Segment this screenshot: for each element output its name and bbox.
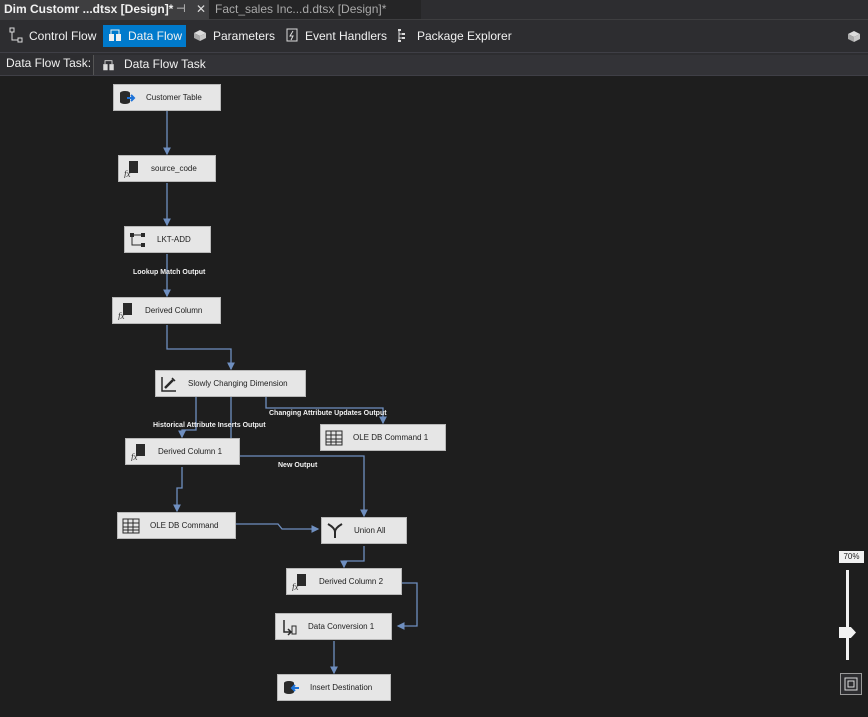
- node-customer-table[interactable]: Customer Table: [113, 84, 221, 111]
- zoom-slider-track[interactable]: [846, 570, 849, 660]
- path-oledb-to-union[interactable]: [236, 523, 320, 533]
- pin-icon[interactable]: ⊣: [176, 0, 186, 19]
- path-derived1-to-oledb[interactable]: [173, 467, 183, 513]
- event-handlers-icon: [286, 28, 298, 42]
- node-ole-db-command-1[interactable]: OLE DB Command 1: [320, 424, 446, 451]
- tab-dim-customer-design[interactable]: Dim Customr ...dtsx [Design]* ⊣ ✕: [0, 0, 209, 19]
- data-flow-task-value: Data Flow Task: [124, 57, 206, 71]
- node-lkt-add[interactable]: LKT-ADD: [124, 226, 211, 253]
- data-flow-icon: [109, 29, 121, 41]
- package-explorer-label: Package Explorer: [417, 29, 512, 43]
- union-all-icon: [327, 523, 343, 538]
- path-historical-attribute-inserts[interactable]: [178, 397, 197, 439]
- path-label-historical-attribute: Historical Attribute Inserts Output: [153, 422, 266, 429]
- node-label: Customer Table: [146, 93, 202, 102]
- path-union-to-derived2[interactable]: [340, 546, 365, 569]
- node-derived-column-2[interactable]: fx Derived Column 2: [286, 568, 402, 595]
- data-flow-canvas[interactable]: Customer Table fx source_code LKT-ADD Lo…: [0, 76, 868, 717]
- tab-fact-sales-design[interactable]: Fact_sales Inc...d.dtsx [Design]*: [209, 0, 421, 19]
- data-flow-task-icon: [103, 60, 114, 71]
- node-label: Slowly Changing Dimension: [188, 379, 288, 388]
- package-explorer-tab[interactable]: Package Explorer: [392, 25, 518, 47]
- data-flow-label: Data Flow: [128, 29, 183, 43]
- node-union-all[interactable]: Union All: [321, 517, 407, 544]
- event-handlers-label: Event Handlers: [305, 29, 388, 43]
- parameters-label: Parameters: [213, 29, 276, 43]
- ole-db-command-icon: [325, 430, 343, 446]
- svg-text:fx: fx: [124, 169, 131, 178]
- svg-text:fx: fx: [131, 452, 138, 461]
- fit-icon: [844, 677, 858, 691]
- node-derived-column[interactable]: fx Derived Column: [112, 297, 221, 324]
- zoom-to-fit-button[interactable]: [840, 673, 862, 695]
- node-label: Derived Column 1: [158, 447, 223, 456]
- data-flow-task-label: Data Flow Task:: [6, 56, 92, 70]
- designer-toolbar: Control Flow Data Flow Parameters Event …: [0, 19, 868, 52]
- data-conversion-icon: [283, 620, 297, 636]
- node-label: OLE DB Command: [150, 521, 219, 530]
- ole-db-source-icon: [120, 91, 136, 104]
- scd-icon: [161, 377, 176, 392]
- package-explorer-icon: [398, 29, 405, 42]
- node-label: Union All: [354, 526, 386, 535]
- close-icon[interactable]: ✕: [196, 0, 206, 19]
- document-tab-bar: Dim Customr ...dtsx [Design]* ⊣ ✕ Fact_s…: [0, 0, 868, 19]
- node-source-code[interactable]: fx source_code: [118, 155, 216, 182]
- node-label: OLE DB Command 1: [353, 433, 429, 442]
- control-flow-icon: [9, 27, 23, 43]
- node-label: Insert Destination: [310, 683, 373, 692]
- svg-text:fx: fx: [292, 582, 299, 591]
- tab-label: Fact_sales Inc...d.dtsx [Design]*: [215, 2, 387, 16]
- node-label: LKT-ADD: [157, 235, 191, 244]
- zoom-level-label: 70%: [839, 551, 864, 563]
- control-flow-label: Control Flow: [29, 29, 97, 43]
- node-slowly-changing-dimension[interactable]: Slowly Changing Dimension: [155, 370, 306, 397]
- path-label-changing-attribute: Changing Attribute Updates Output: [269, 410, 387, 417]
- node-label: Derived Column: [145, 306, 203, 315]
- svg-text:fx: fx: [118, 311, 125, 320]
- package-icon[interactable]: [846, 28, 862, 44]
- parameters-tab[interactable]: Parameters: [188, 25, 281, 47]
- path-label-lookup-match: Lookup Match Output: [133, 269, 206, 276]
- node-label: Data Conversion 1: [308, 622, 375, 631]
- lookup-icon: [130, 233, 145, 247]
- node-label: source_code: [151, 164, 197, 173]
- control-flow-tab[interactable]: Control Flow: [4, 25, 102, 47]
- derived-column-icon: fx: [292, 574, 306, 591]
- ole-db-command-icon: [122, 518, 140, 534]
- node-label: Derived Column 2: [319, 577, 384, 586]
- node-derived-column-1[interactable]: fx Derived Column 1: [125, 438, 240, 465]
- derived-column-icon: fx: [124, 161, 138, 178]
- path-label-new-output: New Output: [278, 462, 318, 469]
- node-data-conversion-1[interactable]: Data Conversion 1: [275, 613, 392, 640]
- path-derived-to-scd[interactable]: [166, 325, 235, 371]
- derived-column-icon: fx: [118, 303, 132, 320]
- event-handlers-tab[interactable]: Event Handlers: [280, 25, 393, 47]
- data-flow-task-bar: Data Flow Task: Data Flow Task: [0, 52, 868, 76]
- derived-column-icon: fx: [131, 444, 145, 461]
- ole-db-destination-icon: [284, 681, 299, 694]
- parameters-icon: [194, 30, 206, 41]
- tab-label: Dim Customr ...dtsx [Design]*: [4, 2, 174, 16]
- node-ole-db-command[interactable]: OLE DB Command: [117, 512, 236, 539]
- node-insert-destination[interactable]: Insert Destination: [277, 674, 391, 701]
- data-flow-task-select[interactable]: Data Flow Task: [93, 55, 868, 75]
- data-flow-tab[interactable]: Data Flow: [103, 25, 186, 47]
